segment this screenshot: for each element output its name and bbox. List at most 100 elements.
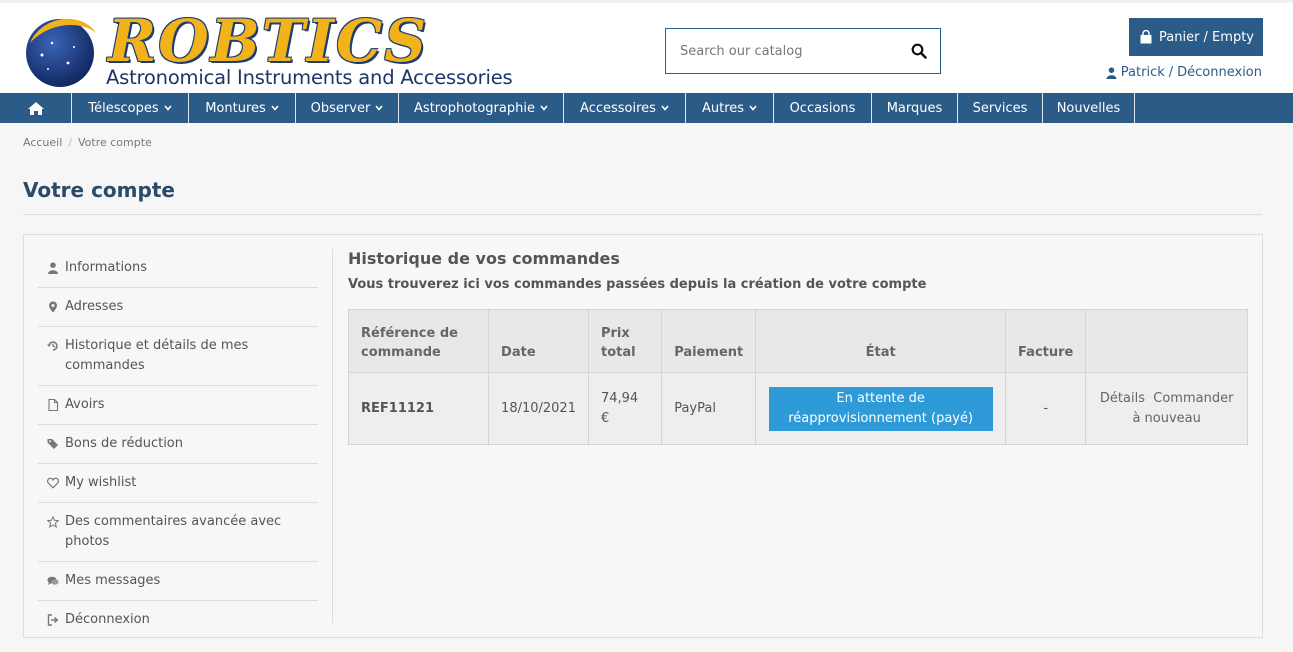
sidebar-item-label: Adresses: [65, 299, 124, 314]
nav-item-observer[interactable]: Observer: [296, 93, 399, 123]
nav-item-astrophotographie[interactable]: Astrophotographie: [399, 93, 564, 123]
file-icon: [48, 399, 59, 411]
user-name-link[interactable]: Patrick: [1121, 65, 1165, 80]
nav-item-occasions[interactable]: Occasions: [774, 93, 872, 123]
order-details-link[interactable]: Détails: [1100, 391, 1145, 406]
logout-link[interactable]: Déconnexion: [1177, 65, 1262, 80]
order-date: 18/10/2021: [488, 372, 589, 445]
user-icon: [48, 262, 58, 274]
breadcrumb-separator: /: [68, 136, 72, 149]
brand-wordmark: ROBTICS: [108, 7, 429, 75]
search-input[interactable]: [666, 29, 906, 73]
main-navigation: Télescopes Montures Observer Astrophotog…: [0, 93, 1293, 123]
nav-home[interactable]: [0, 93, 72, 123]
chevron-down-icon: [540, 105, 548, 111]
sidebar-item-label: Historique et détails de mes commandes: [65, 338, 249, 373]
nav-item-label: Services: [972, 100, 1028, 116]
page-title: Votre compte: [23, 178, 175, 202]
user-separator: /: [1168, 65, 1174, 80]
table-row: REF11121 18/10/2021 74,94 € PayPal En at…: [347, 372, 1248, 445]
orders-table: Référence de commande Date Prix total Pa…: [347, 309, 1248, 445]
site-logo[interactable]: ROBTICS Astronomical Instruments and Acc…: [22, 7, 513, 93]
nav-item-label: Accessoires: [580, 100, 656, 116]
sidebar-item-label: Avoirs: [65, 397, 105, 412]
breadcrumb-current: Votre compte: [78, 136, 152, 149]
sidebar-item-messages[interactable]: Mes messages: [38, 562, 318, 601]
nav-item-label: Astrophotographie: [414, 100, 535, 116]
nav-item-label: Autres: [701, 100, 745, 116]
comments-icon: [47, 576, 59, 585]
heart-icon: [47, 477, 59, 489]
nav-item-label: Télescopes: [88, 100, 159, 116]
column-header-payment: Paiement: [661, 309, 757, 373]
order-invoice: -: [1005, 372, 1087, 445]
nav-item-label: Nouvelles: [1056, 100, 1121, 116]
divider: [23, 214, 1262, 215]
order-total: 74,94 €: [587, 372, 663, 445]
nav-item-telescopes[interactable]: Télescopes: [72, 93, 189, 123]
nav-item-autres[interactable]: Autres: [686, 93, 774, 123]
sidebar-item-label: Déconnexion: [65, 612, 150, 627]
home-icon: [27, 101, 44, 115]
column-header-invoice: Facture: [1005, 309, 1087, 373]
nav-item-label: Observer: [310, 100, 371, 116]
column-header-actions: [1085, 309, 1248, 373]
sidebar-item-label: My wishlist: [65, 475, 137, 490]
nav-item-label: Marques: [886, 100, 943, 116]
sidebar-item-wishlist[interactable]: My wishlist: [38, 464, 318, 503]
sidebar-item-historique[interactable]: Historique et détails de mes commandes: [38, 327, 318, 386]
sidebar-item-deconnexion[interactable]: Déconnexion: [38, 601, 318, 639]
section-subtitle: Vous trouverez ici vos commandes passées…: [348, 277, 927, 292]
sidebar-item-label: Mes messages: [65, 573, 161, 588]
status-badge: En attente de réapprovisionnement (payé): [768, 386, 993, 431]
sign-out-icon: [47, 614, 59, 626]
reorder-link[interactable]: Commander à nouveau: [1132, 391, 1233, 426]
chevron-down-icon: [661, 105, 669, 111]
sidebar-item-informations[interactable]: Informations: [38, 249, 318, 288]
sidebar-item-avoirs[interactable]: Avoirs: [38, 386, 318, 425]
breadcrumb: Accueil / Votre compte: [23, 136, 152, 149]
sidebar-item-label: Bons de réduction: [65, 436, 183, 451]
chevron-down-icon: [271, 105, 279, 111]
order-history-section: Historique de vos commandes Vous trouver…: [347, 249, 1248, 445]
nav-item-marques[interactable]: Marques: [872, 93, 958, 123]
nav-item-label: Montures: [205, 100, 266, 116]
cart-label: Panier / Empty: [1159, 29, 1254, 45]
user-account-links: Patrick / Déconnexion: [1106, 65, 1262, 80]
breadcrumb-home-link[interactable]: Accueil: [23, 136, 62, 149]
order-reference: REF11121: [347, 372, 490, 445]
account-card: Informations Adresses Historique et déta…: [23, 234, 1263, 638]
column-header-date: Date: [488, 309, 589, 373]
sidebar-item-bons-reduction[interactable]: Bons de réduction: [38, 425, 318, 464]
table-header-row: Référence de commande Date Prix total Pa…: [347, 309, 1248, 373]
user-icon: [1106, 66, 1117, 79]
search-box: [665, 28, 941, 74]
nav-item-label: Occasions: [789, 100, 856, 116]
sidebar-item-adresses[interactable]: Adresses: [38, 288, 318, 327]
globe-logo-icon: [26, 18, 96, 87]
tags-icon: [47, 439, 58, 449]
account-sidebar: Informations Adresses Historique et déta…: [38, 249, 318, 639]
column-header-total: Prix total: [587, 309, 663, 373]
history-icon: [47, 341, 58, 351]
order-actions: Détails Commander à nouveau: [1085, 372, 1248, 445]
order-state-cell: En attente de réapprovisionnement (payé): [755, 372, 1007, 445]
section-title: Historique de vos commandes: [348, 249, 620, 268]
nav-item-nouvelles[interactable]: Nouvelles: [1043, 93, 1135, 123]
sidebar-item-label: Des commentaires avancée avec photos: [65, 514, 282, 549]
cart-button[interactable]: Panier / Empty: [1129, 18, 1263, 56]
search-icon[interactable]: [911, 43, 927, 59]
chevron-down-icon: [164, 105, 172, 111]
shopping-bag-icon: [1140, 30, 1152, 44]
nav-item-montures[interactable]: Montures: [189, 93, 296, 123]
sidebar-item-commentaires[interactable]: Des commentaires avancée avec photos: [38, 503, 318, 562]
header: ROBTICS Astronomical Instruments and Acc…: [0, 0, 1293, 93]
brand-tagline: Astronomical Instruments and Accessories: [106, 66, 513, 89]
divider: [332, 249, 333, 623]
nav-item-services[interactable]: Services: [958, 93, 1043, 123]
map-marker-icon: [49, 301, 57, 313]
nav-item-accessoires[interactable]: Accessoires: [564, 93, 686, 123]
column-header-state: État: [755, 309, 1007, 373]
star-icon: [47, 516, 59, 528]
order-payment: PayPal: [661, 372, 757, 445]
